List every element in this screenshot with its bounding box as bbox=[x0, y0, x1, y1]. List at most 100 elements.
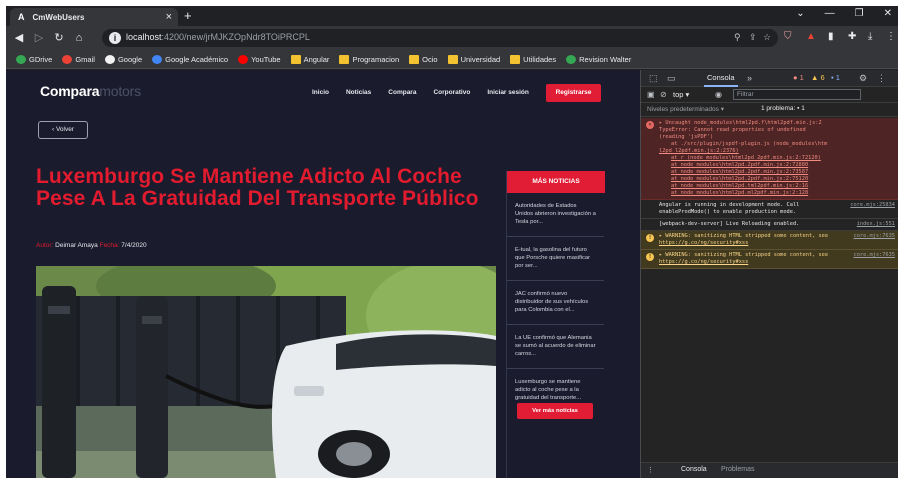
stack-frame[interactable]: at node_modules\html2pd.tml2pdf.min.js:2… bbox=[659, 183, 895, 190]
bookmark-item[interactable]: Universidad bbox=[447, 54, 500, 64]
context-selector[interactable]: top ▾ bbox=[673, 90, 689, 99]
angular-favicon-icon: A bbox=[18, 12, 25, 22]
maximize-icon[interactable]: ❐ bbox=[855, 8, 864, 19]
device-toolbar-icon[interactable]: ▭ bbox=[667, 73, 676, 84]
bookmark-label: Programacion bbox=[352, 54, 400, 64]
drawer-tab-console[interactable]: Consola bbox=[681, 466, 707, 473]
message-source[interactable]: core.mjs:25834 bbox=[846, 202, 895, 209]
site-info-icon[interactable]: i bbox=[109, 32, 121, 44]
extension-alert-icon[interactable]: ▲ bbox=[806, 31, 816, 42]
warning-count-badge[interactable]: ▲ 6 bbox=[811, 73, 825, 82]
close-window-icon[interactable]: ✕ bbox=[884, 8, 892, 19]
bookmark-label: Utilidades bbox=[523, 54, 557, 64]
home-icon[interactable]: ⌂ bbox=[72, 31, 86, 45]
extension-shield-icon[interactable]: ⛉ bbox=[784, 31, 792, 42]
url-path: :4200/new/jrMJKZOpNdr8TOiPRCPL bbox=[161, 32, 310, 42]
console-toolbar: ▣ ⊘ top ▾ ◉ Filtrar bbox=[641, 87, 898, 103]
more-tabs-icon[interactable]: » bbox=[747, 73, 752, 83]
new-tab-button[interactable]: + bbox=[184, 8, 192, 24]
zoom-icon[interactable]: ⚲ bbox=[734, 32, 741, 43]
news-item[interactable]: E-tual, la gasolina del futuro que Porsc… bbox=[507, 237, 604, 281]
nav-link-compara[interactable]: Compara bbox=[388, 89, 416, 96]
drawer-tab-issues[interactable]: Problemas bbox=[721, 466, 754, 473]
settings-gear-icon[interactable]: ⚙ bbox=[859, 73, 867, 84]
bookmark-label: Angular bbox=[303, 54, 330, 64]
bookmark-item[interactable]: Programacion bbox=[339, 54, 400, 64]
author-name: Deimar Amaya bbox=[55, 242, 98, 249]
error-line: at ./src/plugin/jspdf-plugin.js (node_mo… bbox=[671, 141, 828, 147]
stack-frame[interactable]: at node_modules\html2pd.ml2pdf.min.js:2:… bbox=[659, 190, 895, 197]
stack-frame[interactable]: at node_modules\html2pd.2pdf.min.js:2:72… bbox=[659, 162, 895, 169]
folder-icon bbox=[290, 54, 301, 64]
download-icon[interactable]: ⤓ bbox=[868, 31, 872, 42]
nav-link-noticias[interactable]: Noticias bbox=[346, 89, 371, 96]
nav-link-corporativo[interactable]: Corporativo bbox=[433, 89, 470, 96]
browser-tab[interactable]: A CmWebUsers × bbox=[10, 8, 178, 26]
bookmark-item[interactable]: Google bbox=[104, 54, 142, 64]
stack-frame[interactable]: at r (node_modules\html2pd_2pdf.min.js:2… bbox=[659, 155, 895, 162]
error-line[interactable]: l2pd_l2pdf.min.js:2:2376) bbox=[659, 148, 739, 154]
news-item[interactable]: La UE confirmó que Alemania se sumó al a… bbox=[507, 325, 604, 369]
bookmark-item[interactable]: Revision Walter bbox=[566, 54, 631, 64]
minimize-icon[interactable]: — bbox=[825, 8, 835, 19]
folder-icon bbox=[447, 54, 458, 64]
bookmark-item[interactable]: YouTube bbox=[238, 54, 281, 64]
bookmark-item[interactable]: GDrive bbox=[16, 54, 52, 64]
message-source[interactable]: core.mjs:7635 bbox=[850, 252, 895, 259]
bookmark-item[interactable]: Google Académico bbox=[152, 54, 228, 64]
news-item[interactable]: JAC confirmó nuevo distribuidor de sus v… bbox=[507, 281, 604, 325]
bookmark-item[interactable]: Gmail bbox=[62, 54, 95, 64]
eye-icon[interactable]: ◉ bbox=[715, 90, 722, 99]
tab-search-icon[interactable]: ⌄ bbox=[796, 8, 804, 19]
devtools-menu-icon[interactable]: ⋮ bbox=[877, 73, 886, 84]
forward-arrow-icon[interactable]: ▷ bbox=[32, 31, 46, 45]
drawer-menu-icon[interactable]: ⋮ bbox=[647, 466, 654, 474]
browser-window: A CmWebUsers × + ⌄ — ❐ ✕ ◀ ▷ ↻ ⌂ i local… bbox=[6, 6, 898, 478]
back-arrow-icon[interactable]: ◀ bbox=[12, 31, 26, 45]
error-line: ▸ Uncaught node_modules\html2pd.f\html2p… bbox=[659, 120, 822, 126]
article-photo bbox=[36, 266, 496, 478]
nav-link-inicio[interactable]: Inicio bbox=[312, 89, 329, 96]
console-info[interactable]: core.mjs:25834 Angular is running in dev… bbox=[641, 200, 898, 219]
bookmark-item[interactable]: Ocio bbox=[409, 54, 438, 64]
ev-charging-illustration bbox=[36, 266, 496, 478]
security-link[interactable]: https://g.co/ng/security#xss bbox=[659, 259, 748, 265]
extensions-puzzle-icon[interactable]: ✚ bbox=[848, 31, 856, 42]
console-error[interactable]: ✕ ▸ Uncaught node_modules\html2pd.f\html… bbox=[641, 118, 898, 200]
page-viewport: Comparamotors Inicio Noticias Compara Co… bbox=[6, 70, 640, 478]
sidebar-toggle-icon[interactable]: ▣ bbox=[647, 90, 655, 99]
console-warning[interactable]: ! core.mjs:7635 ▸ WARNING: sanitizing HT… bbox=[641, 250, 898, 269]
share-icon[interactable]: ⇪ bbox=[749, 32, 757, 43]
console-info[interactable]: index.js:551 [webpack-dev-server] Live R… bbox=[641, 219, 898, 231]
message-source[interactable]: index.js:551 bbox=[853, 221, 895, 228]
more-news-button[interactable]: Ver más noticias bbox=[517, 403, 593, 419]
console-filter-input[interactable]: Filtrar bbox=[733, 89, 861, 100]
message-source[interactable]: core.mjs:7635 bbox=[850, 233, 895, 240]
bookmark-item[interactable]: Utilidades bbox=[510, 54, 557, 64]
bookmark-label: YouTube bbox=[251, 54, 281, 64]
stack-frame[interactable]: at node_modules\html2pd.2pdf.min.js:2:73… bbox=[659, 169, 895, 176]
menu-icon[interactable]: ⋮ bbox=[886, 31, 896, 42]
inspect-element-icon[interactable]: ⬚ bbox=[649, 73, 658, 84]
reload-icon[interactable]: ↻ bbox=[52, 31, 66, 45]
news-item[interactable]: Autoridades de Estados Unidos abrieron i… bbox=[507, 193, 604, 237]
bookmark-star-icon[interactable]: ☆ bbox=[763, 32, 771, 43]
security-link[interactable]: https://g.co/ng/security#xss bbox=[659, 240, 748, 246]
clear-console-icon[interactable]: ⊘ bbox=[660, 90, 667, 99]
tab-console[interactable]: Consola bbox=[704, 73, 738, 87]
site-logo[interactable]: Comparamotors bbox=[40, 83, 141, 99]
back-button[interactable]: ‹ Volver bbox=[38, 121, 88, 139]
nav-link-login[interactable]: Iniciar sesión bbox=[487, 89, 529, 96]
error-count-badge[interactable]: ● 1 bbox=[793, 73, 804, 82]
bookmark-item[interactable]: Angular bbox=[290, 54, 330, 64]
extension-doc-icon[interactable]: ▮ bbox=[828, 31, 834, 42]
issues-counter[interactable]: 1 problema: ▪ 1 bbox=[761, 105, 805, 112]
info-count-badge[interactable]: ▪ 1 bbox=[831, 73, 840, 82]
log-levels-dropdown[interactable]: Niveles predeterminados ▾ bbox=[647, 105, 724, 113]
close-tab-icon[interactable]: × bbox=[166, 8, 172, 26]
youtube-icon bbox=[238, 54, 249, 64]
register-button[interactable]: Registrarse bbox=[546, 84, 601, 102]
address-bar[interactable]: i localhost:4200/new/jrMJKZOpNdr8TOiPRCP… bbox=[102, 29, 778, 47]
console-warning[interactable]: ! core.mjs:7635 ▸ WARNING: sanitizing HT… bbox=[641, 231, 898, 250]
stack-frame[interactable]: at node_modules\html2pd.2pdf.min.js:2:75… bbox=[659, 176, 895, 183]
